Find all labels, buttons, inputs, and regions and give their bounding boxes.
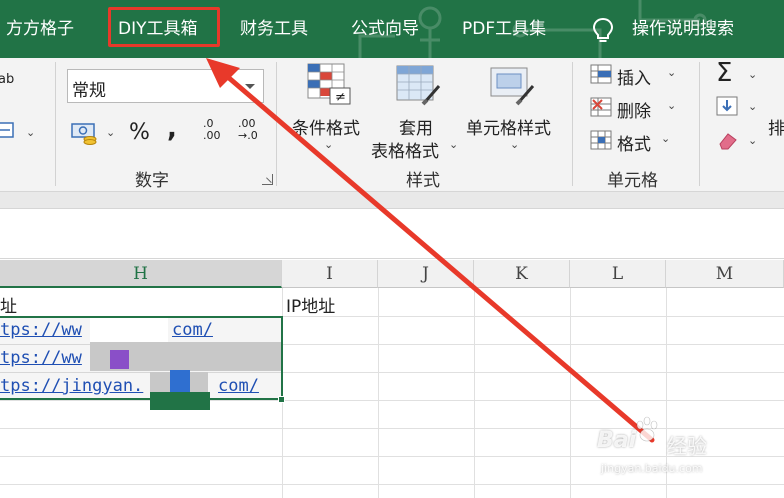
merge-cells-icon[interactable] [0, 122, 16, 138]
table-format-icon[interactable] [395, 64, 443, 108]
menu-search-help[interactable]: 操作说明搜索 [632, 0, 734, 58]
cell-i1[interactable]: IP地址 [286, 292, 335, 317]
conditional-format-button[interactable]: 条件格式 [292, 114, 360, 139]
svg-text:≠: ≠ [335, 90, 346, 105]
number-format-value: 常规 [72, 81, 106, 101]
ribbon: ab ⌄ 常规 ⌄ % , .0 .00 .00 →.0 数字 ≠ 条件格式 ⌄ [0, 58, 784, 192]
wrap-text-partial[interactable]: ab [0, 72, 14, 87]
number-group-launcher-icon[interactable] [262, 174, 273, 185]
delete-dropdown-icon[interactable]: ⌄ [667, 99, 676, 112]
increase-decimal-button[interactable]: .0 .00 [203, 118, 221, 142]
merge-dropdown-icon[interactable]: ⌄ [26, 126, 35, 139]
highlight-box [108, 7, 220, 47]
conditional-format-dropdown-icon[interactable]: ⌄ [324, 138, 333, 151]
grid-line [474, 288, 475, 498]
comma-style-button[interactable]: , [167, 114, 177, 144]
fill-dropdown-icon[interactable]: ⌄ [748, 100, 757, 113]
fill-down-icon[interactable] [716, 96, 738, 116]
menubar: 方方格子 DIY工具箱 财务工具 公式向导 PDF工具集 操作说明搜索 [0, 0, 784, 58]
formula-bar[interactable] [0, 209, 784, 259]
chevron-down-icon [245, 84, 255, 89]
separator [699, 62, 700, 186]
fill-handle[interactable] [278, 396, 285, 403]
cells-group-label: 单元格 [607, 171, 658, 191]
number-group-label: 数字 [135, 171, 169, 191]
autosum-dropdown-icon[interactable]: ⌄ [748, 68, 757, 81]
cell-h1[interactable]: 址 [0, 292, 17, 317]
watermark-brand: Bai [597, 428, 637, 453]
format-cells-icon[interactable] [590, 130, 612, 150]
column-header-h[interactable]: H [0, 260, 282, 288]
menu-pdf-tools[interactable]: PDF工具集 [462, 0, 546, 58]
styles-group-label: 样式 [406, 171, 440, 191]
eraser-icon[interactable] [716, 130, 738, 150]
number-format-select[interactable]: 常规 [67, 69, 264, 103]
menu-formula-wizard[interactable]: 公式向导 [351, 0, 419, 58]
watermark: Bai 经验 jingyan.baidu.com [585, 414, 745, 484]
currency-dropdown-icon[interactable]: ⌄ [106, 126, 115, 139]
delete-button[interactable]: 删除 [617, 97, 651, 122]
format-button[interactable]: 格式 [617, 130, 651, 155]
grid-line [0, 400, 784, 401]
insert-dropdown-icon[interactable]: ⌄ [667, 66, 676, 79]
insert-cells-icon[interactable] [590, 64, 612, 84]
column-header-i[interactable]: I [282, 260, 378, 288]
clear-dropdown-icon[interactable]: ⌄ [748, 134, 757, 147]
menu-finance-tools[interactable]: 财务工具 [240, 0, 308, 58]
cell-styles-icon[interactable] [489, 64, 537, 108]
decrease-decimal-button[interactable]: .00 →.0 [238, 118, 258, 142]
grid-line [0, 484, 784, 485]
grid-line [378, 288, 379, 498]
sort-filter-partial[interactable]: 排 [768, 114, 784, 139]
autosum-icon[interactable]: Σ [716, 58, 732, 88]
selection-border [0, 316, 283, 400]
conditional-format-icon[interactable]: ≠ [306, 62, 352, 106]
currency-format-icon[interactable] [70, 120, 100, 146]
column-header-k[interactable]: K [474, 260, 570, 288]
cell-styles-button[interactable]: 单元格样式 [466, 114, 551, 139]
table-format-line1[interactable]: 套用 [399, 114, 433, 139]
grid-line [570, 288, 571, 498]
insert-button[interactable]: 插入 [617, 64, 651, 89]
watermark-brand-cn: 经验 [667, 434, 707, 458]
paw-logo-icon [636, 416, 658, 442]
cell-styles-dropdown-icon[interactable]: ⌄ [510, 138, 519, 151]
column-header-m[interactable]: M [666, 260, 784, 288]
column-header-j[interactable]: J [378, 260, 474, 288]
lightbulb-icon[interactable] [592, 17, 614, 43]
separator [55, 62, 56, 186]
separator [276, 62, 277, 186]
separator [572, 62, 573, 186]
format-dropdown-icon[interactable]: ⌄ [661, 132, 670, 145]
menu-fangfang[interactable]: 方方格子 [6, 0, 74, 58]
percent-style-button[interactable]: % [129, 120, 150, 145]
column-header-l[interactable]: L [570, 260, 666, 288]
watermark-url: jingyan.baidu.com [601, 462, 703, 475]
table-format-dropdown-icon[interactable]: ⌄ [449, 138, 458, 151]
ribbon-collapse-bar [0, 192, 784, 209]
delete-cells-icon[interactable] [590, 97, 612, 117]
table-format-button[interactable]: 表格格式 [371, 137, 439, 162]
